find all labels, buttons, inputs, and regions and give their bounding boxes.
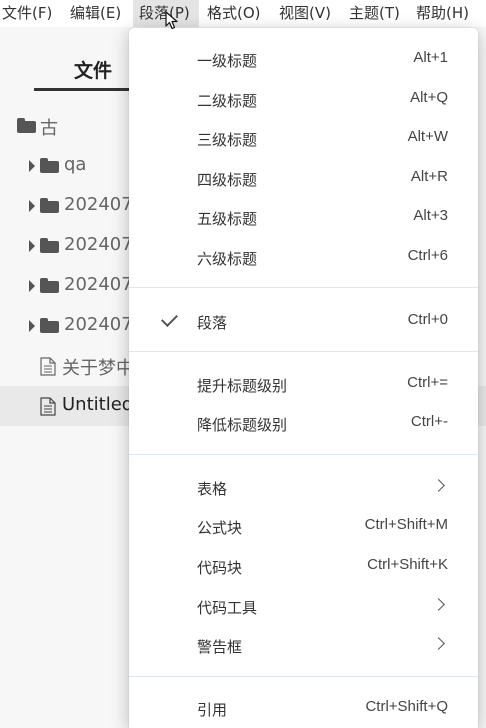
menu-item-shortcut: Alt+Q — [410, 89, 448, 106]
checkmark-icon — [161, 310, 178, 327]
mouse-pointer-icon — [165, 11, 178, 30]
menu-item-heading-4[interactable]: 四级标题 Alt+R — [129, 160, 478, 196]
chevron-right-icon[interactable] — [29, 200, 35, 212]
document-icon — [40, 397, 56, 416]
menu-item-label: 代码块 — [197, 559, 243, 577]
paragraph-dropdown-menu: 一级标题 Alt+1 二级标题 Alt+Q 三级标题 Alt+W 四级标题 Al… — [129, 28, 478, 728]
menu-separator — [129, 287, 478, 288]
folder-icon — [40, 158, 59, 173]
menu-item-label: 六级标题 — [197, 250, 258, 268]
menu-item-paragraph[interactable]: 段落 Ctrl+0 — [129, 303, 478, 339]
menu-item-label: 段落 — [197, 314, 228, 332]
menu-item-label: 表格 — [197, 480, 228, 498]
menu-item-shortcut: Ctrl+Shift+M — [364, 516, 448, 533]
menu-item-alert-box[interactable]: 警告框 — [129, 627, 478, 663]
menu-item-label: 警告框 — [197, 638, 243, 656]
folder-icon — [40, 278, 59, 293]
menu-item-math-block[interactable]: 公式块 Ctrl+Shift+M — [129, 508, 478, 544]
menu-item-shortcut: Ctrl+0 — [407, 311, 448, 328]
menu-item-label: 降低标题级别 — [197, 416, 288, 434]
chevron-right-icon — [432, 598, 445, 611]
tab-files[interactable]: 文件 — [74, 56, 112, 83]
menu-item-shortcut: Ctrl+6 — [407, 247, 448, 264]
menu-item-label: 一级标题 — [197, 52, 258, 70]
menu-item-label: 二级标题 — [197, 92, 258, 110]
menu-item-heading-5[interactable]: 五级标题 Alt+3 — [129, 199, 478, 235]
menu-item-shortcut: Ctrl+= — [407, 374, 448, 391]
chevron-right-icon[interactable] — [29, 160, 35, 172]
folder-icon — [40, 318, 59, 333]
document-icon — [40, 357, 56, 376]
tree-label: 202407 — [64, 234, 133, 255]
menu-item-label: 四级标题 — [197, 171, 258, 189]
tree-label: 古 — [40, 118, 58, 139]
chevron-right-icon[interactable] — [29, 240, 35, 252]
menu-item-heading-3[interactable]: 三级标题 Alt+W — [129, 120, 478, 156]
menu-separator — [129, 454, 478, 455]
menu-item-shortcut: Ctrl+Shift+K — [367, 556, 448, 573]
menu-item-label: 提升标题级别 — [197, 377, 288, 395]
folder-icon — [17, 118, 36, 133]
menu-item-shortcut: Alt+W — [407, 128, 448, 145]
chevron-right-icon[interactable] — [29, 280, 35, 292]
menu-item-label: 五级标题 — [197, 210, 258, 228]
tab-underline — [34, 88, 144, 91]
menu-item-shortcut: Alt+3 — [413, 207, 448, 224]
chevron-right-icon — [432, 479, 445, 492]
menu-item-shortcut: Alt+R — [410, 168, 448, 185]
menu-item-code-tools[interactable]: 代码工具 — [129, 588, 478, 624]
menu-view[interactable]: 视图(V) — [279, 0, 333, 27]
menu-item-label: 公式块 — [197, 519, 243, 537]
folder-icon — [40, 198, 59, 213]
menu-edit[interactable]: 编辑(E) — [70, 0, 124, 27]
menu-item-label: 引用 — [197, 701, 228, 719]
menu-item-label: 三级标题 — [197, 131, 258, 149]
menu-file[interactable]: 文件(F) — [2, 0, 54, 27]
menu-item-shortcut: Alt+1 — [413, 49, 448, 66]
tree-label: 202407 — [64, 194, 133, 215]
folder-icon — [40, 238, 59, 253]
menu-item-code-block[interactable]: 代码块 Ctrl+Shift+K — [129, 548, 478, 584]
menu-bar: 文件(F) 编辑(E) 段落(P) 格式(O) 视图(V) 主题(T) 帮助(H… — [0, 0, 486, 27]
tree-label: Untitled — [62, 394, 134, 415]
menu-format[interactable]: 格式(O) — [207, 0, 263, 27]
menu-item-shortcut: Ctrl+- — [410, 413, 448, 430]
menu-item-heading-6[interactable]: 六级标题 Ctrl+6 — [129, 239, 478, 275]
menu-item-quote[interactable]: 引用 Ctrl+Shift+Q — [129, 690, 478, 726]
chevron-right-icon — [432, 637, 445, 650]
chevron-right-icon[interactable] — [29, 320, 35, 332]
tree-label: 关于梦中 — [62, 358, 134, 379]
menu-item-label: 代码工具 — [197, 599, 258, 617]
menu-item-demote-heading[interactable]: 降低标题级别 Ctrl+- — [129, 405, 478, 441]
menu-item-shortcut: Ctrl+Shift+Q — [365, 698, 448, 715]
menu-item-heading-2[interactable]: 二级标题 Alt+Q — [129, 81, 478, 117]
menu-separator — [129, 351, 478, 352]
menu-theme[interactable]: 主题(T) — [349, 0, 401, 27]
tree-label: 202407 — [64, 274, 133, 295]
menu-help[interactable]: 帮助(H) — [416, 0, 472, 27]
menu-separator — [129, 676, 478, 677]
tree-label: qa — [64, 154, 87, 175]
menu-item-heading-1[interactable]: 一级标题 Alt+1 — [129, 41, 478, 77]
menu-item-table[interactable]: 表格 — [129, 469, 478, 505]
tree-label: 202407. — [64, 314, 139, 335]
menu-item-promote-heading[interactable]: 提升标题级别 Ctrl+= — [129, 366, 478, 402]
